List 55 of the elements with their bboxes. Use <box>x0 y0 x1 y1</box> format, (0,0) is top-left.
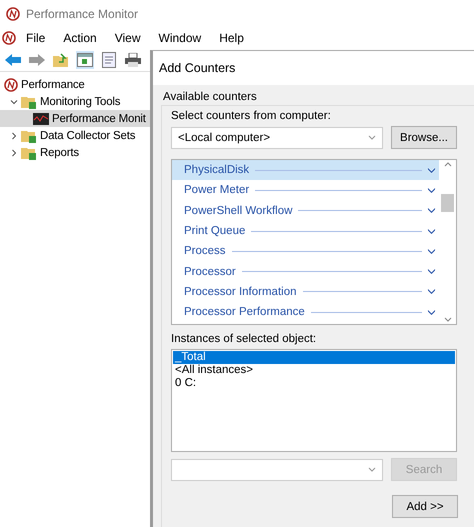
computer-combo[interactable]: <Local computer> <box>171 126 383 148</box>
tree-label[interactable]: Performance Monit <box>52 112 146 124</box>
window-title: Performance Monitor <box>26 7 138 21</box>
folder-icon <box>21 146 37 160</box>
tree-label[interactable]: Reports <box>40 146 79 158</box>
expand-icon[interactable] <box>428 168 435 173</box>
folder-icon <box>21 94 37 108</box>
expand-icon[interactable] <box>428 248 435 254</box>
tree-label[interactable]: Data Collector Sets <box>40 130 136 142</box>
menu-item[interactable]: File <box>18 31 54 45</box>
expand-icon[interactable] <box>428 269 435 274</box>
expand-icon[interactable] <box>428 310 435 315</box>
menu-item[interactable]: View <box>106 31 148 45</box>
menu-item[interactable]: Action <box>55 31 105 45</box>
menu-item[interactable]: Help <box>211 31 252 45</box>
folder-icon <box>21 128 37 142</box>
app-logo-icon <box>4 78 18 92</box>
field-label: Instances of selected object: <box>171 333 318 345</box>
console-tree-button[interactable] <box>76 50 94 68</box>
up-folder-button[interactable] <box>52 50 70 68</box>
monitor-chart-icon <box>33 112 49 124</box>
counter-item[interactable]: PhysicalDisk <box>172 160 439 180</box>
app-logo-icon <box>6 7 20 21</box>
menu-item[interactable]: Window <box>150 31 210 45</box>
instance-item[interactable]: _Total <box>173 351 455 364</box>
expand-chevron-icon[interactable] <box>10 132 18 140</box>
scroll-thumb[interactable] <box>441 194 454 212</box>
group-label: Available counters <box>163 91 258 103</box>
properties-button[interactable] <box>100 50 118 68</box>
tree-item[interactable]: Performance Monit <box>0 110 150 127</box>
scroll-down-icon[interactable] <box>444 316 452 322</box>
counter-item[interactable]: Print Queue <box>172 220 439 242</box>
counter-item[interactable]: Processor Performance <box>172 302 439 322</box>
counter-item[interactable]: Processor Information <box>172 282 439 302</box>
browse-button[interactable]: Browse... <box>391 126 457 149</box>
field-label: Select counters from computer: <box>171 110 332 122</box>
scrollbar[interactable] <box>439 160 456 324</box>
scroll-up-icon[interactable] <box>444 162 452 167</box>
counter-item[interactable]: Processor <box>172 261 439 282</box>
dialog-title: Add Counters <box>159 61 236 75</box>
expand-icon[interactable] <box>428 289 435 294</box>
expand-icon[interactable] <box>428 208 435 214</box>
collapse-chevron-icon[interactable] <box>10 98 18 106</box>
tree-label[interactable]: Performance <box>21 78 85 90</box>
counter-item[interactable]: PowerShell Workflow <box>172 200 439 221</box>
instance-item[interactable]: <All instances> <box>173 364 455 377</box>
expand-icon[interactable] <box>428 188 435 193</box>
expand-icon[interactable] <box>428 228 435 234</box>
instance-item[interactable]: 0 C: <box>173 377 455 390</box>
add-button[interactable]: Add >> <box>392 495 458 518</box>
expand-chevron-icon[interactable] <box>10 148 18 156</box>
counter-item[interactable]: Process <box>172 241 439 262</box>
counter-item[interactable]: Power Meter <box>172 180 439 201</box>
print-button[interactable] <box>124 50 142 68</box>
tree-label[interactable]: Monitoring Tools <box>40 96 120 108</box>
